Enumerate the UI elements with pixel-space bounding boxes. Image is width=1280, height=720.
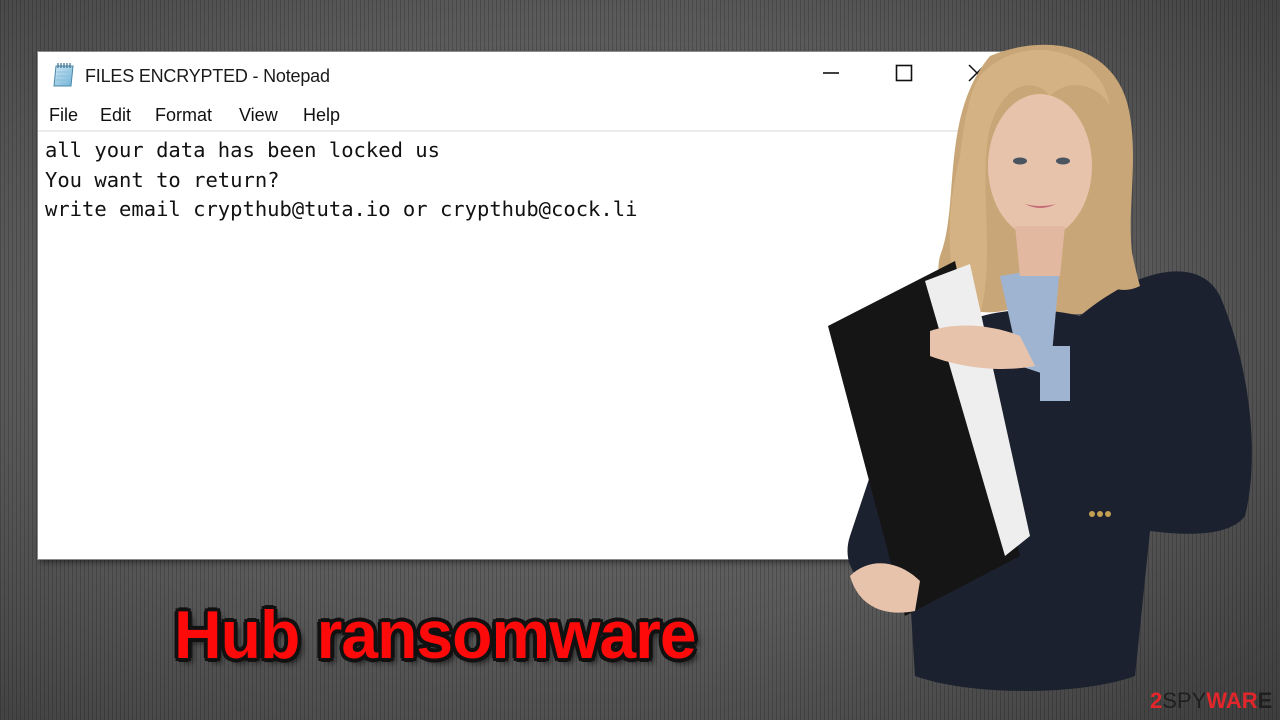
logo-part: 2 bbox=[1150, 688, 1163, 713]
2spyware-logo: 2SPYWARE bbox=[1150, 688, 1272, 714]
menu-format[interactable]: Format bbox=[155, 105, 212, 126]
menu-file[interactable]: File bbox=[49, 105, 78, 126]
logo-part: E bbox=[1257, 688, 1273, 713]
window-title: FILES ENCRYPTED - Notepad bbox=[85, 66, 330, 86]
menu-help[interactable]: Help bbox=[303, 105, 340, 126]
notepad-icon bbox=[52, 62, 76, 88]
logo-part: WAR bbox=[1206, 688, 1258, 713]
headline-title: Hub ransomware bbox=[174, 597, 697, 673]
menu-view[interactable]: View bbox=[239, 105, 278, 126]
businesswoman-photo bbox=[828, 44, 1252, 691]
menu-edit[interactable]: Edit bbox=[100, 105, 131, 126]
logo-part: SPY bbox=[1162, 688, 1207, 713]
